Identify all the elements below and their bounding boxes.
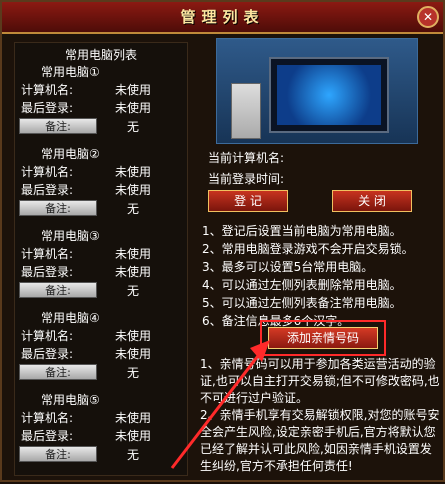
management-window: 管理列表 ✕ 常用电脑列表 常用电脑① 计算机名: 未使用 最后登录: 未使用 备注: 无常… (0, 0, 445, 482)
red-arrow-icon (170, 340, 270, 469)
